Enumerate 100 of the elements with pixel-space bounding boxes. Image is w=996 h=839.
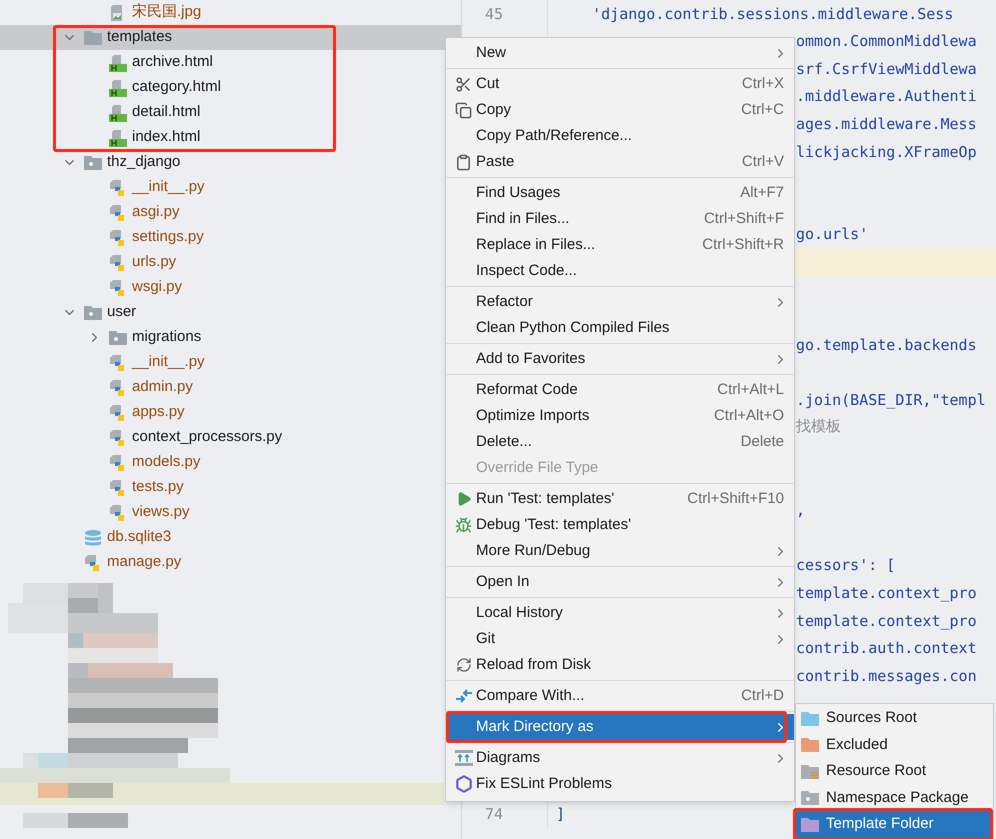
submenu-item-label: Template Folder <box>826 814 934 834</box>
file-name: __init__.py <box>132 352 205 372</box>
menu-item-label: Reformat Code <box>476 380 578 400</box>
submenu-item[interactable]: Excluded <box>796 732 993 758</box>
menu-item[interactable]: Reload from Disk <box>446 652 794 678</box>
shortcut-text: Ctrl+Alt+L <box>717 380 784 400</box>
python-file-icon <box>109 178 127 196</box>
package-folder-icon <box>84 155 102 170</box>
file-name: __init__.py <box>132 177 205 198</box>
folder-icon <box>801 764 819 779</box>
code-text: template.context_pro <box>796 610 977 632</box>
menu-item-label: Find Usages <box>476 182 560 203</box>
code-text: template.context_pro <box>796 583 977 604</box>
file-name: views.py <box>132 502 190 522</box>
code-text: contrib.messages.con <box>796 666 977 687</box>
code-text: , <box>796 500 806 522</box>
html-file-icon <box>109 54 127 72</box>
menu-item-label: Reload from Disk <box>476 654 592 675</box>
file-name: detail.html <box>132 102 200 122</box>
menu-item[interactable]: Mark Directory as <box>446 714 794 740</box>
menu-item-label: Optimize Imports <box>476 406 590 426</box>
menu-item[interactable]: Diagrams <box>446 745 794 771</box>
shortcut-text: Ctrl+Shift+F10 <box>687 488 784 509</box>
menu-item[interactable]: Open In <box>446 569 794 595</box>
code-text: ages.middleware.Mess <box>796 114 977 135</box>
menu-item-label: Paste <box>476 152 514 172</box>
python-file-icon <box>109 354 127 372</box>
python-file-icon <box>109 254 127 272</box>
file-name: index.html <box>132 127 200 148</box>
menu-item[interactable]: Add to Favorites <box>446 346 794 372</box>
python-file-icon <box>109 428 127 446</box>
shortcut-text: Ctrl+Shift+F <box>704 208 784 229</box>
file-name: user <box>107 302 136 322</box>
folder-icon <box>801 790 819 806</box>
code-text: .middleware.Authenti <box>796 86 977 108</box>
shortcut-text: Ctrl+Alt+O <box>714 406 784 426</box>
code-text: cessors': [ <box>796 555 896 576</box>
file-name: category.html <box>132 77 221 98</box>
menu-item-label: Copy <box>476 100 512 120</box>
compare-arrows-icon <box>454 688 472 704</box>
code-text: 'django.contrib.sessions.middleware.Sess <box>591 4 954 25</box>
tree-row[interactable]: 宋民国.jpg <box>0 0 461 25</box>
menu-item-label: Compare With... <box>476 686 584 706</box>
file-name: db.sqlite3 <box>107 527 172 548</box>
file-name: archive.html <box>132 52 213 72</box>
python-file-icon <box>109 504 127 522</box>
menu-item-label: Diagrams <box>476 748 540 768</box>
html-file-icon <box>109 78 127 96</box>
code-text: srf.CsrfViewMiddlewa <box>796 58 977 80</box>
database-icon <box>84 528 102 546</box>
code-text: lickjacking.XFrameOp <box>796 142 977 163</box>
python-file-icon <box>109 478 127 496</box>
menu-item[interactable]: Local History <box>446 600 794 626</box>
menu-item-label: Run 'Test: templates' <box>476 488 614 509</box>
file-name: asgi.py <box>132 202 180 222</box>
folder-icon <box>801 816 819 832</box>
code-text: ommon.CommonMiddlewa <box>796 31 977 52</box>
python-file-icon <box>109 204 127 222</box>
file-name: apps.py <box>132 402 185 422</box>
shortcut-text: Delete <box>740 432 784 452</box>
python-file-icon <box>109 404 127 422</box>
folder-icon <box>84 30 102 45</box>
submenu-item[interactable]: Template Folder <box>796 811 993 838</box>
code-text: go.urls' <box>796 224 868 246</box>
submenu-item[interactable]: Namespace Package <box>796 784 993 811</box>
code-text: ] <box>556 804 566 825</box>
bug-icon <box>455 516 472 534</box>
package-folder-icon <box>84 305 102 320</box>
html-file-icon <box>109 104 127 122</box>
scissors-icon <box>455 76 472 92</box>
menu-item-label: Copy Path/Reference... <box>476 126 632 146</box>
file-name: templates <box>107 27 172 48</box>
file-name: settings.py <box>132 227 204 248</box>
menu-item-label: Find in Files... <box>476 208 570 229</box>
menu-item[interactable]: Fix ESLint Problems <box>446 771 794 797</box>
menu-item-label: Debug 'Test: templates' <box>476 514 631 535</box>
shortcut-text: Ctrl+C <box>741 100 784 120</box>
submenu-item[interactable]: Sources Root <box>796 705 993 732</box>
menu-item-label: More Run/Debug <box>476 540 590 561</box>
python-file-icon <box>109 454 127 472</box>
menu-item-label: Delete... <box>476 432 532 452</box>
file-name: models.py <box>132 452 200 472</box>
shortcut-text: Alt+F7 <box>740 182 784 203</box>
menu-item[interactable]: Git <box>446 626 794 652</box>
menu-item[interactable]: Compare With... Ctrl+D <box>446 683 794 709</box>
html-file-icon <box>109 128 127 146</box>
package-folder-icon <box>109 330 127 345</box>
menu-item-label: Mark Directory as <box>476 716 594 737</box>
code-text: contrib.auth.context <box>796 638 977 660</box>
tree-row[interactable]: templates <box>0 25 461 50</box>
file-name: admin.py <box>132 377 193 398</box>
menu-item-label: Fix ESLint Problems <box>476 774 612 794</box>
submenu-item[interactable]: Resource Root <box>796 758 993 784</box>
submenu-item-label: Resource Root <box>826 761 926 781</box>
python-file-icon <box>109 378 127 396</box>
clipboard-icon <box>455 154 472 170</box>
copy-icon <box>455 102 472 118</box>
line-number: 74 <box>484 804 503 825</box>
menu-item-label: Cut <box>476 74 500 94</box>
diagram-icon <box>454 750 472 766</box>
